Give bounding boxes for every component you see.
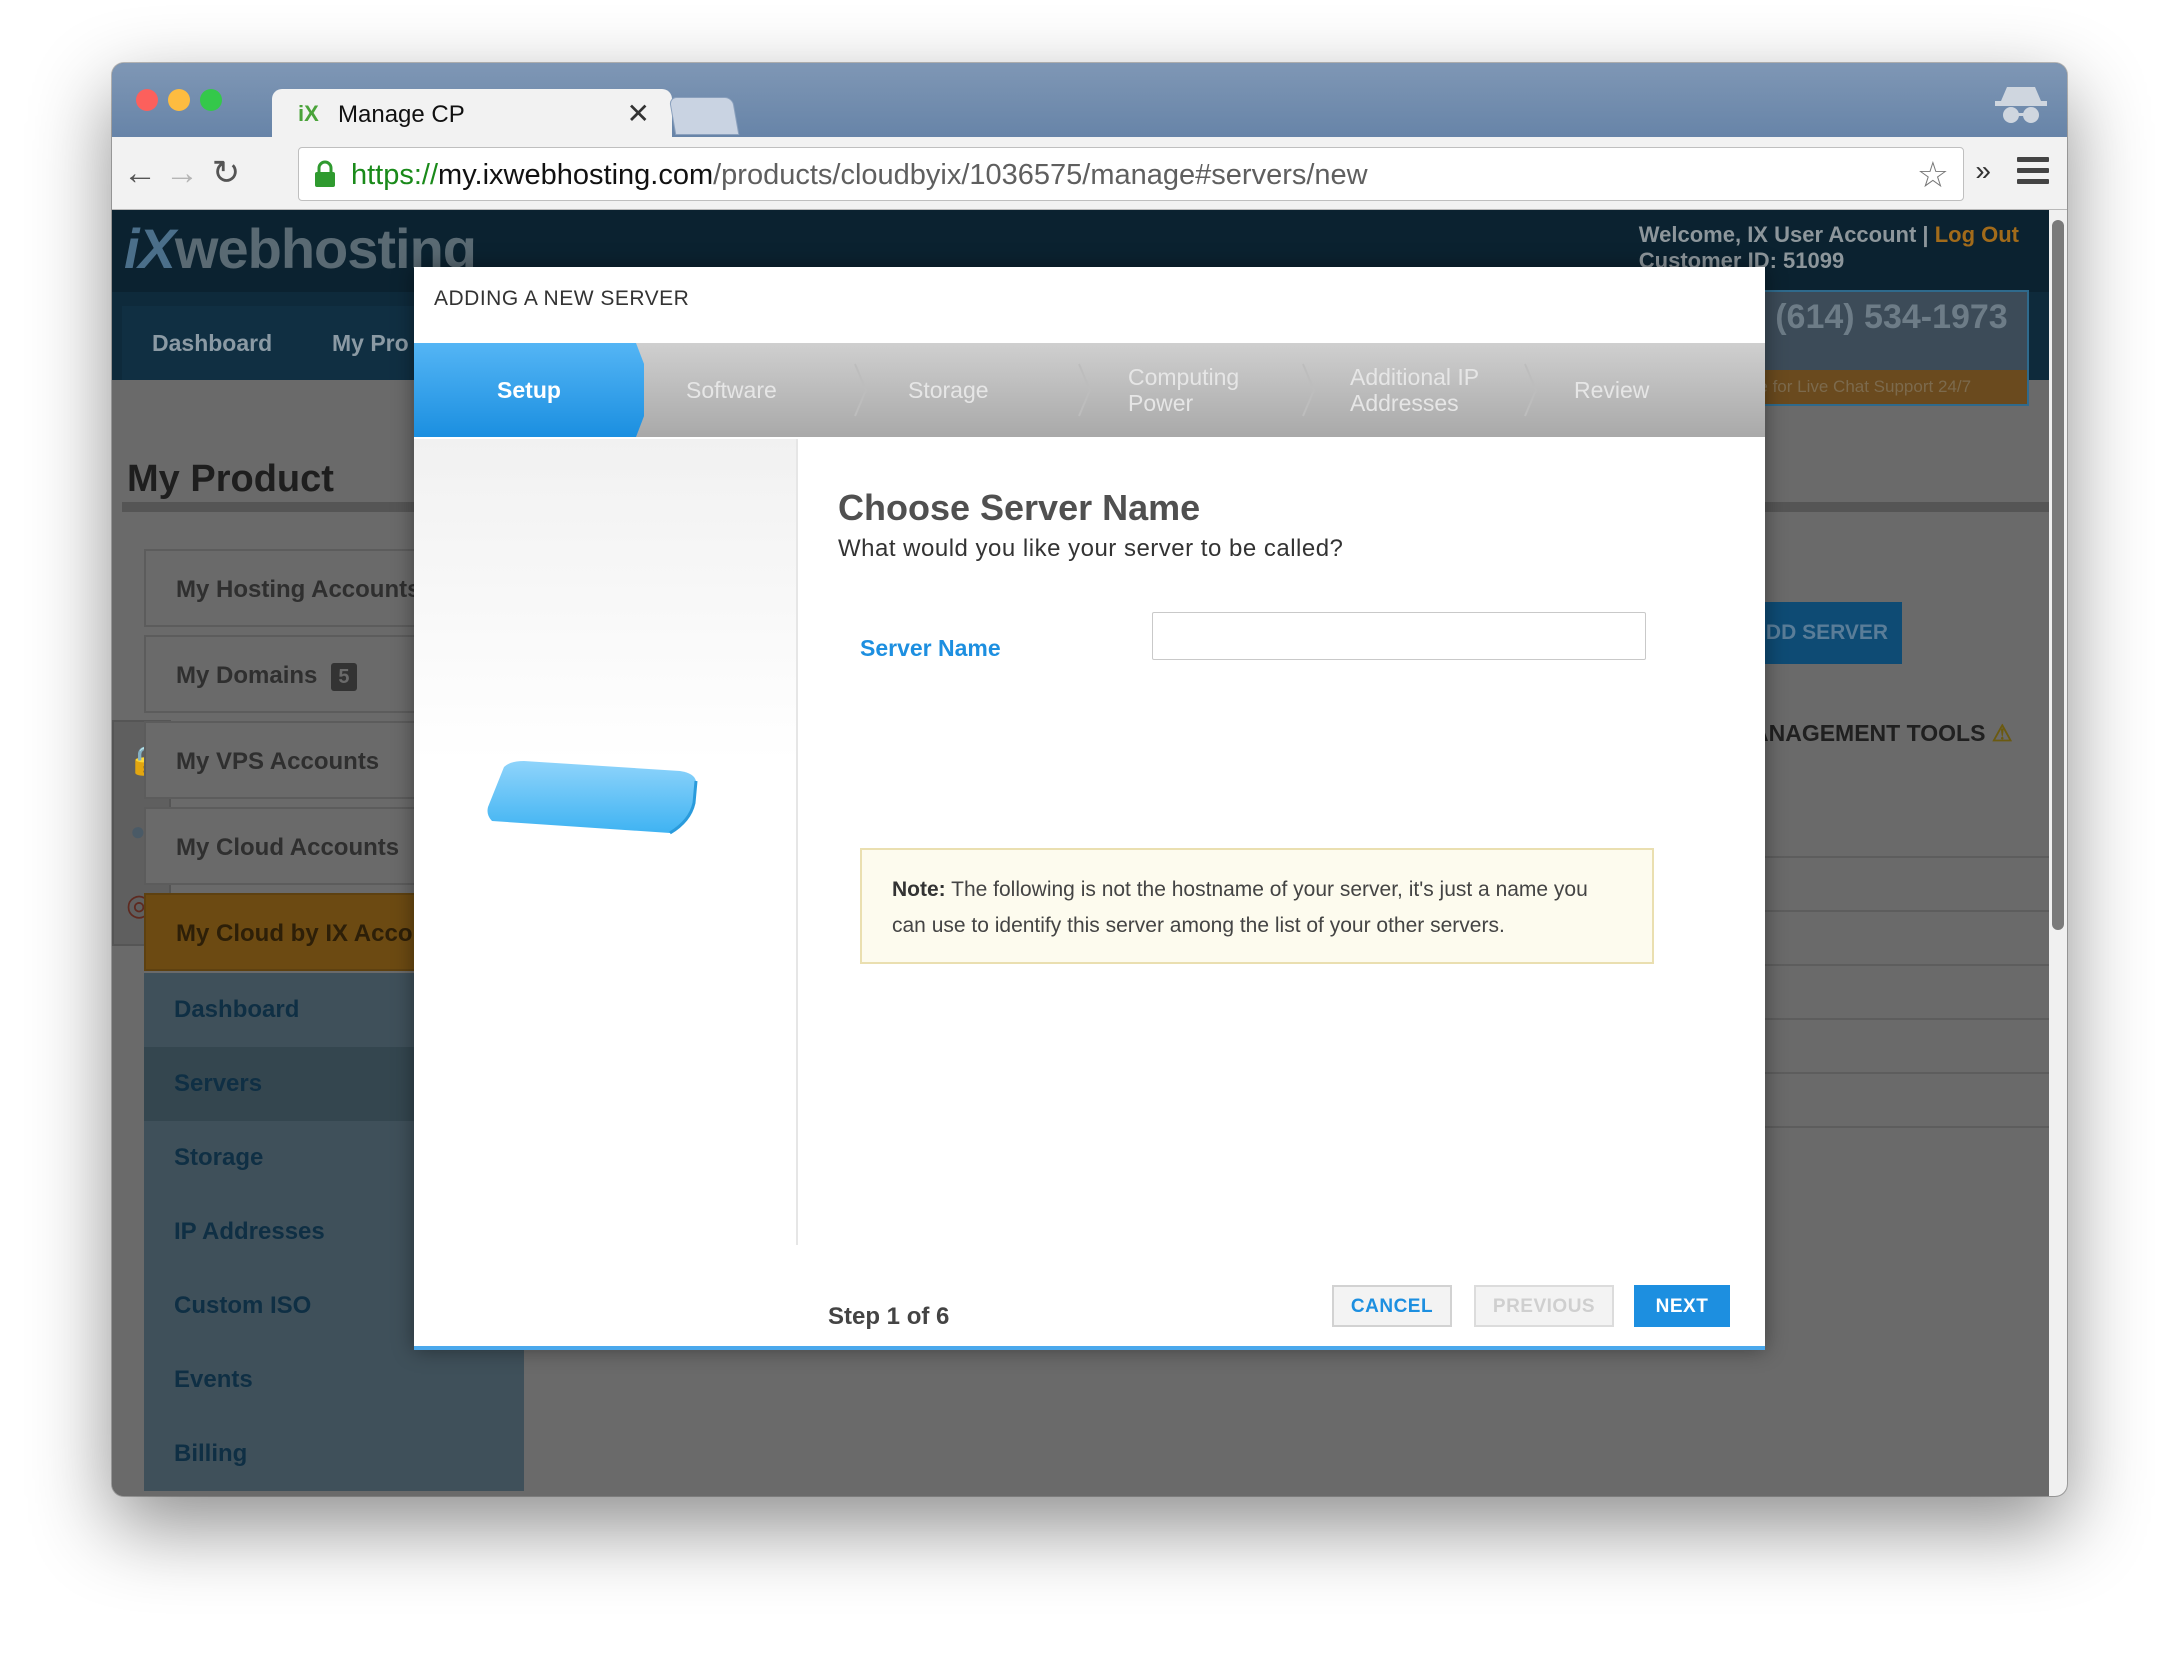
step-separator-icon [1302, 363, 1316, 417]
minimize-window-button[interactable] [168, 89, 190, 111]
next-button[interactable]: NEXT [1634, 1285, 1730, 1327]
divider [1752, 964, 2049, 966]
warning-icon: ⚠ [1991, 720, 2013, 746]
sidebar-item-cloud[interactable]: My Cloud Accounts [144, 807, 424, 885]
incognito-icon [1995, 87, 2047, 123]
hamburger-menu-icon[interactable] [2017, 157, 2049, 185]
zoom-window-button[interactable] [200, 89, 222, 111]
modal-title: ADDING A NEW SERVER [434, 287, 690, 310]
ix-favicon-icon: iX [298, 101, 319, 126]
page-content: iXwebhosting Welcome, IX User Account | … [112, 210, 2049, 1496]
extensions-overflow-icon[interactable]: » [1975, 155, 1991, 187]
step-storage[interactable]: Storage [908, 343, 1088, 437]
browser-titlebar: iX Manage CP ✕ [112, 63, 2067, 141]
add-server-button[interactable]: DD SERVER [1752, 602, 1902, 664]
sidebar-item-domains[interactable]: My Domains 5 [144, 635, 424, 713]
bookmark-star-icon[interactable]: ☆ [1917, 154, 1949, 196]
divider [1752, 910, 2049, 912]
server-name-label: Server Name [860, 635, 1001, 661]
divider [1752, 856, 2049, 858]
step-heading: Choose Server Name [838, 487, 1201, 528]
new-tab-button[interactable] [668, 97, 740, 135]
browser-window: iX Manage CP ✕ ← → ↻ https://my.ixwebhos… [112, 63, 2067, 1496]
browser-toolbar: ← → ↻ https://my.ixwebhosting.com/produc… [112, 137, 2067, 210]
subnav-events[interactable]: Events [144, 1343, 524, 1417]
modal-illustration-panel [414, 439, 798, 1245]
step-counter: Step 1 of 6 [828, 1303, 950, 1330]
step-review[interactable]: Review [1574, 343, 1704, 437]
previous-button[interactable]: PREVIOUS [1474, 1285, 1614, 1327]
page-title: My Product [127, 458, 334, 500]
lock-icon [315, 160, 335, 187]
server-name-input[interactable] [1152, 612, 1646, 660]
step-computing-power[interactable]: Computing Power [1128, 343, 1278, 437]
reload-icon[interactable]: ↻ [204, 151, 248, 195]
sidebar-item-cloud-by-ix[interactable]: My Cloud by IX Acco [144, 893, 424, 971]
nav-dashboard[interactable]: Dashboard [122, 306, 303, 380]
back-arrow-icon[interactable]: ← [118, 151, 162, 195]
divider [1752, 1126, 2049, 1128]
add-server-modal: ADDING A NEW SERVER Setup Software Stora… [414, 267, 1765, 1350]
close-window-button[interactable] [136, 89, 158, 111]
step-setup[interactable]: Setup [414, 343, 644, 437]
divider [1752, 1018, 2049, 1020]
cancel-button[interactable]: CANCEL [1332, 1285, 1452, 1327]
sidebar-item-vps[interactable]: My VPS Accounts [144, 721, 424, 799]
logout-link[interactable]: Log Out [1935, 222, 2019, 247]
step-subheading: What would you like your server to be ca… [838, 535, 1344, 562]
sidebar-item-hosting[interactable]: My Hosting Accounts [144, 549, 424, 627]
phone-number: +1 (614) 534-1973 [1727, 298, 2008, 336]
step-software[interactable]: Software [686, 343, 866, 437]
page-scrollbar[interactable] [2049, 210, 2067, 1496]
browser-tab[interactable]: iX Manage CP ✕ [272, 89, 672, 141]
domains-count-badge: 5 [331, 663, 357, 691]
step-separator-icon [1078, 363, 1092, 417]
note-box: Note: The following is not the hostname … [860, 848, 1654, 964]
close-tab-icon[interactable]: ✕ [627, 97, 650, 130]
modal-bottom-accent [414, 1346, 1765, 1350]
address-bar[interactable]: https://my.ixwebhosting.com/products/clo… [298, 147, 1964, 201]
management-tools-heading: ANAGEMENT TOOLS ⚠ [1752, 720, 2013, 746]
url-text: https://my.ixwebhosting.com/products/clo… [351, 159, 1368, 191]
step-separator-icon [854, 363, 868, 417]
step-separator-icon [1524, 363, 1538, 417]
tab-title: Manage CP [338, 101, 465, 128]
forward-arrow-icon[interactable]: → [160, 151, 204, 195]
wizard-steps: Setup Software Storage Computing Power A… [414, 343, 1765, 437]
step-additional-ip[interactable]: Additional IP Addresses [1350, 343, 1520, 437]
scrollbar-thumb[interactable] [2052, 220, 2064, 930]
server-illustration-icon [487, 761, 698, 835]
subnav-billing[interactable]: Billing [144, 1417, 524, 1491]
divider [1752, 1072, 2049, 1074]
